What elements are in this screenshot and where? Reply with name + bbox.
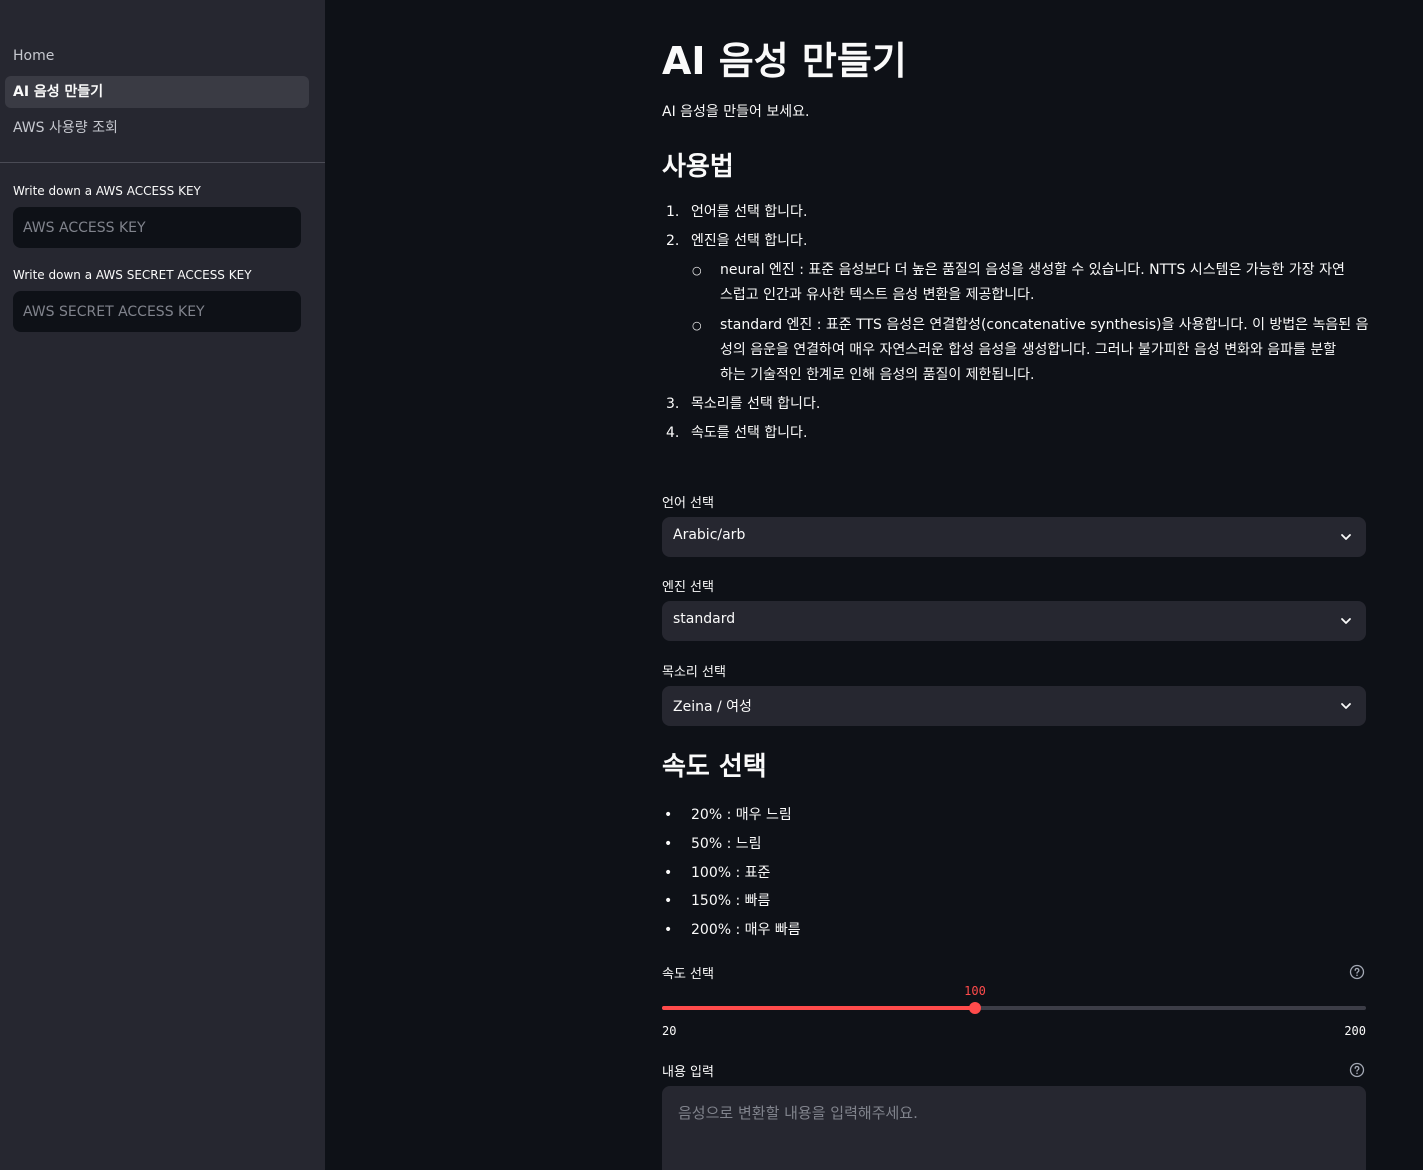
speed-option-text: 50% : 느림 [691, 836, 762, 852]
access-key-input[interactable] [13, 207, 301, 248]
engine-select[interactable]: standard [662, 601, 1366, 641]
help-icon[interactable] [1349, 1062, 1365, 1078]
speed-option-text: 200% : 매우 빠름 [691, 922, 801, 938]
engine-select-value: standard [673, 611, 736, 627]
step-text: 엔진을 선택 합니다. [691, 233, 808, 249]
secret-key-label: Write down a AWS SECRET ACCESS KEY [13, 268, 252, 282]
speed-option-text: 100% : 표준 [691, 865, 771, 881]
engine-label: 엔진 선택 [662, 580, 714, 595]
intro-text: AI 음성을 만들어 보세요. [662, 104, 810, 120]
sidebar-nav: Home AI 음성 만들기 AWS 사용량 조회 [5, 40, 309, 148]
slider-value-label: 100 [964, 984, 986, 998]
slider-fill [662, 1006, 975, 1010]
secret-key-input[interactable] [13, 291, 301, 332]
circle-bullet-icon: ○ [692, 264, 702, 277]
bullet-dot-icon: • [664, 922, 673, 938]
step-text: 목소리를 선택 합니다. [691, 396, 821, 412]
speed-slider-label: 속도 선택 [662, 967, 714, 982]
language-select-value: Arabic/arb [673, 527, 746, 543]
page-title: AI 음성 만들기 [662, 39, 907, 83]
voice-label: 목소리 선택 [662, 665, 726, 680]
chevron-down-icon [1341, 534, 1351, 540]
step-number: 3. [666, 396, 680, 412]
help-icon[interactable] [1349, 964, 1365, 980]
speed-option-text: 150% : 빠름 [691, 893, 771, 909]
bullet-dot-icon: • [664, 836, 673, 852]
engine-desc-line: neural 엔진 : 표준 음성보다 더 높은 품질의 음성을 생성할 수 있… [720, 262, 1345, 278]
step-text: 속도를 선택 합니다. [691, 425, 808, 441]
circle-bullet-icon: ○ [692, 319, 702, 332]
language-select[interactable]: Arabic/arb [662, 517, 1366, 557]
sidebar: Home AI 음성 만들기 AWS 사용량 조회 Write down a A… [0, 0, 325, 1170]
engine-desc-line: 성의 음운을 연결하여 매우 자연스러운 합성 음성을 생성합니다. 그러나 불… [720, 342, 1337, 358]
speed-heading: 속도 선택 [662, 752, 767, 782]
step-number: 1. [666, 204, 680, 220]
voice-select[interactable]: Zeina / 여성 [662, 686, 1366, 726]
language-label: 언어 선택 [662, 496, 714, 511]
slider-min-label: 20 [662, 1024, 677, 1038]
slider-thumb[interactable] [969, 1002, 981, 1014]
nav-item-aws-usage[interactable]: AWS 사용량 조회 [5, 112, 309, 144]
engine-desc-line: standard 엔진 : 표준 TTS 음성은 연결합성(concatenat… [720, 317, 1369, 333]
sidebar-divider [0, 162, 325, 163]
content-textarea[interactable] [662, 1086, 1366, 1170]
engine-desc-line: 하는 기술적인 한계로 인해 음성의 품질이 제한됩니다. [720, 367, 1035, 383]
content-label: 내용 입력 [662, 1065, 714, 1080]
access-key-label: Write down a AWS ACCESS KEY [13, 184, 201, 198]
chevron-down-icon [1341, 618, 1351, 624]
step-number: 2. [666, 233, 680, 249]
step-text: 언어를 선택 합니다. [691, 204, 808, 220]
voice-select-value: Zeina / 여성 [673, 699, 752, 715]
speed-option-text: 20% : 매우 느림 [691, 807, 792, 823]
bullet-dot-icon: • [664, 807, 673, 823]
chevron-down-icon [1341, 703, 1351, 709]
nav-item-home[interactable]: Home [5, 40, 309, 72]
nav-item-ai-voice[interactable]: AI 음성 만들기 [5, 76, 309, 108]
bullet-dot-icon: • [664, 893, 673, 909]
engine-desc-line: 스럽고 인간과 유사한 텍스트 음성 변환을 제공합니다. [720, 287, 1035, 303]
bullet-dot-icon: • [664, 865, 673, 881]
usage-heading: 사용법 [662, 152, 734, 182]
slider-max-label: 200 [1344, 1024, 1366, 1038]
step-number: 4. [666, 425, 680, 441]
